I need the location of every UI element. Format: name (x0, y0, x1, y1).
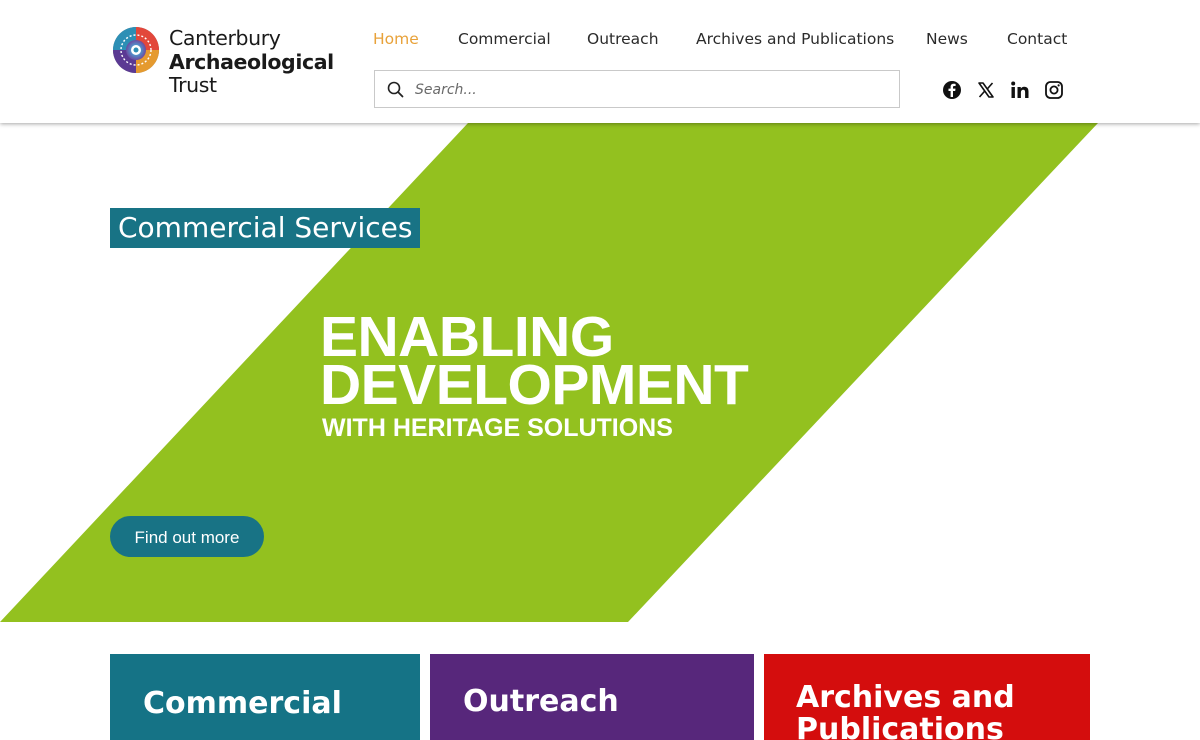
card-title: Outreach (463, 684, 619, 719)
find-out-more-button[interactable]: Find out more (110, 516, 264, 557)
logo-emblem-icon (113, 27, 159, 73)
linkedin-icon[interactable] (1010, 80, 1030, 100)
nav-news[interactable]: News (926, 29, 968, 49)
brand-line-2: Archaeological (169, 49, 334, 74)
site-search[interactable] (374, 70, 900, 108)
card-title: Commercial (143, 686, 342, 721)
headline-line-2: DEVELOPMENT (320, 353, 749, 417)
card-commercial[interactable]: Commercial (110, 654, 420, 740)
nav-outreach[interactable]: Outreach (587, 29, 659, 49)
headline-line-3: WITH HERITAGE SOLUTIONS (322, 414, 673, 442)
hero-banner: Commercial Services ENABLING DEVELOPMENT… (0, 123, 1200, 622)
brand-wordmark: Canterbury Archaeological Trust (169, 26, 334, 98)
site-logo[interactable]: Canterbury Archaeological Trust (112, 26, 334, 98)
brand-line-1: Canterbury (169, 26, 281, 50)
hero-section-label: Commercial Services (110, 208, 421, 248)
search-input[interactable] (413, 79, 887, 101)
nav-home[interactable]: Home (373, 29, 419, 49)
card-archives-and-publications[interactable]: Archives and Publications (764, 654, 1090, 740)
search-icon (387, 81, 404, 98)
card-title: Archives and Publications (796, 680, 1015, 740)
facebook-icon[interactable] (942, 80, 962, 100)
nav-contact[interactable]: Contact (1007, 29, 1067, 49)
nav-archives-and-publications[interactable]: Archives and Publications (696, 29, 894, 49)
card-outreach[interactable]: Outreach (430, 654, 754, 740)
site-header: Canterbury Archaeological Trust Home Com… (0, 0, 1200, 123)
nav-commercial[interactable]: Commercial (458, 29, 551, 49)
brand-line-3: Trust (169, 73, 217, 97)
instagram-icon[interactable] (1044, 80, 1064, 100)
hero-headline: ENABLING DEVELOPMENT WITH HERITAGE SOLUT… (320, 309, 749, 443)
x-icon[interactable] (976, 80, 996, 100)
